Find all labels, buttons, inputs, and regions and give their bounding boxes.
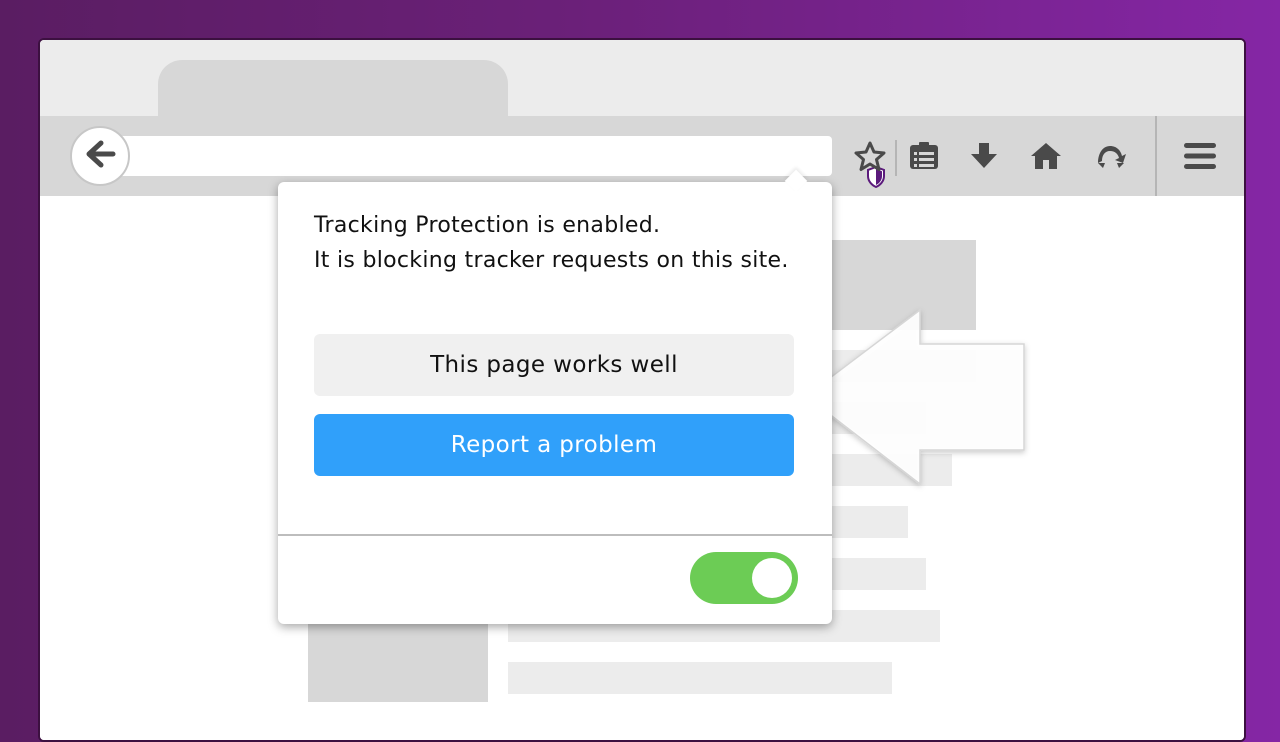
- pointer-arrow-graphic: [796, 300, 1036, 500]
- home-icon: [1030, 141, 1062, 175]
- page-works-well-button[interactable]: This page works well: [314, 334, 794, 396]
- message-line-2: It is blocking tracker requests on this …: [314, 248, 789, 273]
- sync-icon: [1093, 141, 1127, 175]
- downloads-button[interactable]: [964, 138, 1004, 178]
- clipboard-list-icon: [908, 141, 940, 175]
- tracking-message: Tracking Protection is enabled. It is bl…: [314, 208, 814, 278]
- bookmark-button[interactable]: [850, 138, 890, 178]
- home-button[interactable]: [1026, 138, 1066, 178]
- popup-divider: [278, 534, 832, 536]
- report-problem-button[interactable]: Report a problem: [314, 414, 794, 476]
- tracking-protection-toggle[interactable]: [690, 552, 798, 604]
- toolbar-separator: [1155, 116, 1157, 196]
- tracking-protection-popup: Tracking Protection is enabled. It is bl…: [278, 169, 832, 624]
- arrow-left-icon: [83, 139, 117, 173]
- toggle-knob: [752, 558, 792, 598]
- menu-button[interactable]: [1180, 138, 1220, 178]
- hamburger-menu-icon: [1183, 141, 1217, 175]
- browser-tab[interactable]: [158, 60, 508, 116]
- back-button[interactable]: [70, 126, 130, 186]
- sync-button[interactable]: [1090, 138, 1130, 178]
- download-arrow-icon: [969, 141, 999, 175]
- tab-strip: [40, 40, 1244, 116]
- toolbar-separator: [895, 140, 897, 176]
- content-placeholder: [508, 662, 892, 694]
- star-icon: [853, 140, 887, 176]
- message-line-1: Tracking Protection is enabled.: [314, 213, 661, 238]
- reading-list-button[interactable]: [904, 138, 944, 178]
- url-bar[interactable]: [120, 136, 885, 189]
